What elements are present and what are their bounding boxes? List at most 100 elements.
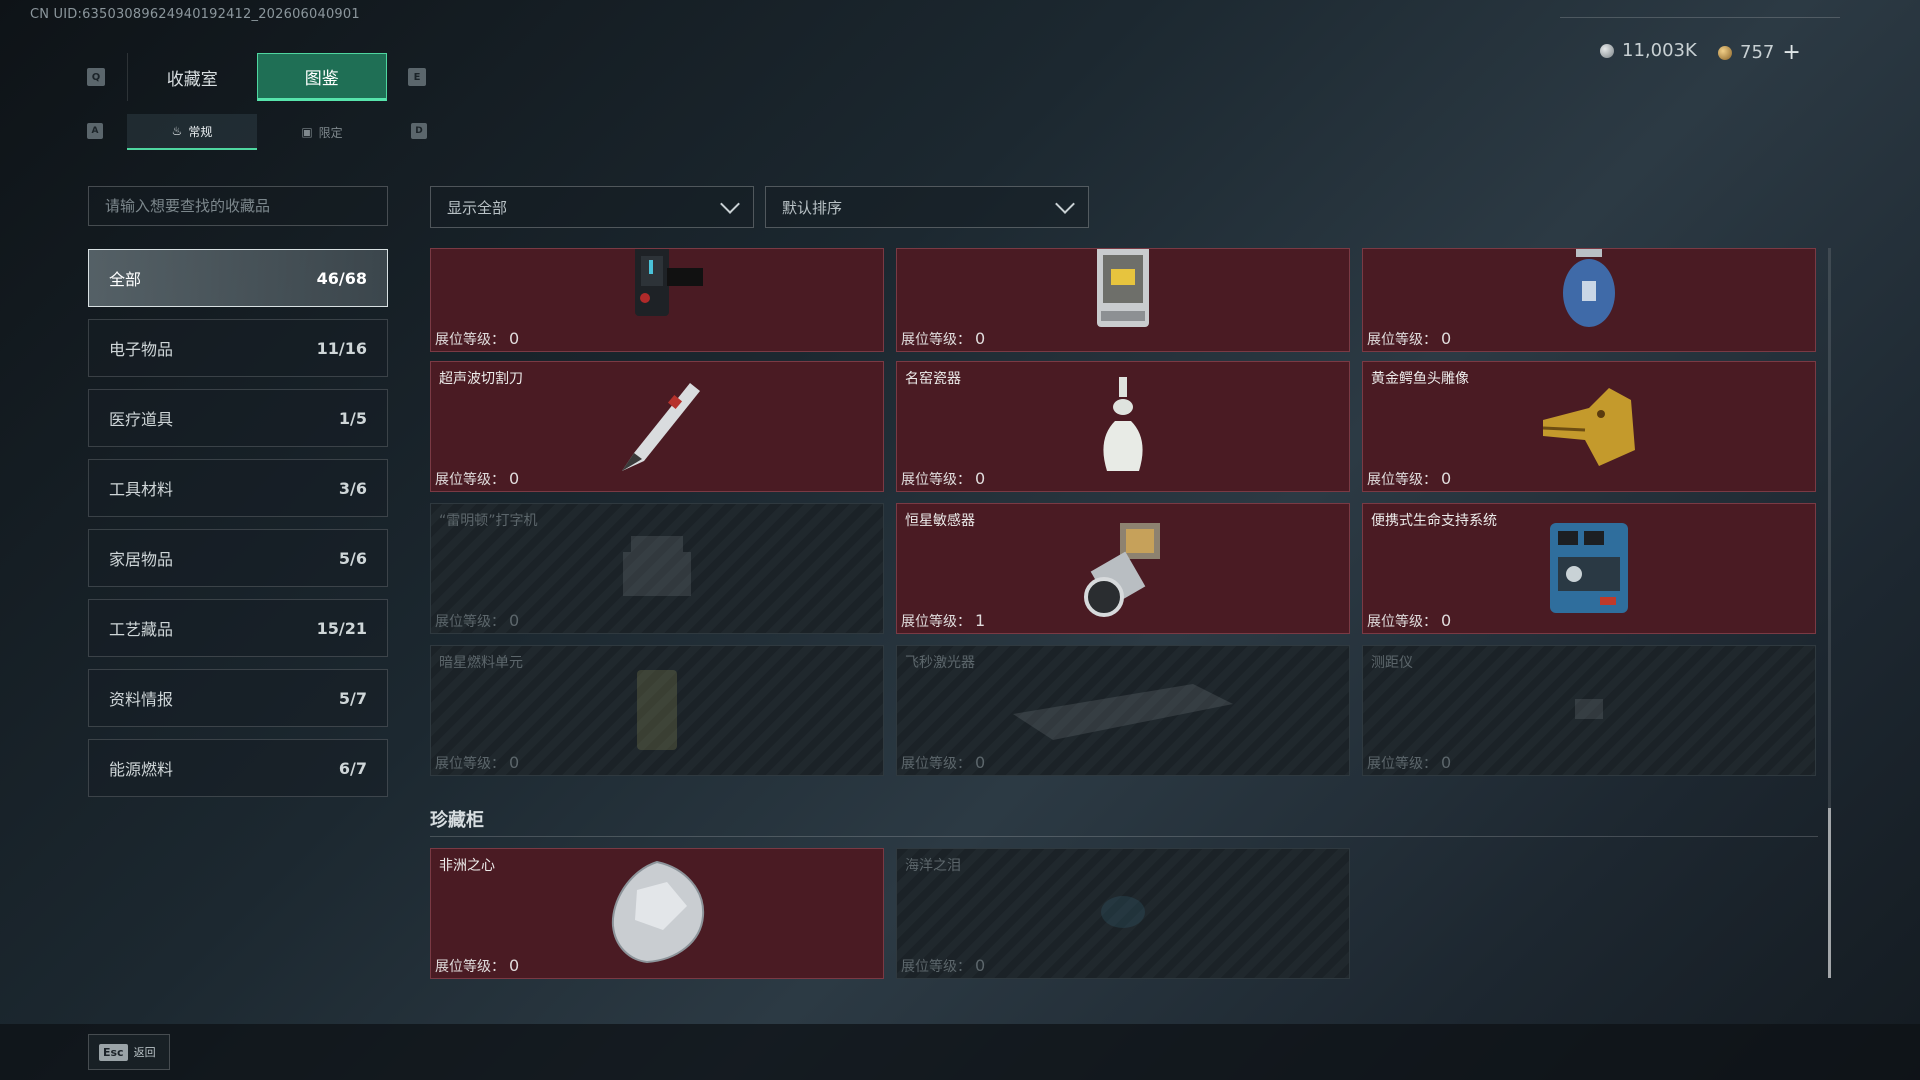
booth-level: 展位等级： 0 — [901, 753, 986, 772]
chevron-down-icon — [1055, 194, 1075, 214]
category-electronics[interactable]: 电子物品 11/16 — [88, 319, 388, 377]
flame-icon: ♨ — [171, 124, 183, 138]
booth-level: 展位等级： 0 — [901, 469, 986, 488]
category-label: 家居物品 — [109, 550, 174, 569]
porcelain-vase-icon — [1093, 375, 1153, 479]
subtab-regular-label: 常规 — [188, 124, 213, 139]
back-button[interactable]: Esc 返回 — [88, 1034, 170, 1070]
add-currency-button[interactable]: + — [1782, 40, 1800, 65]
sort-dropdown-value: 默认排序 — [782, 198, 843, 217]
booth-level: 展位等级： 0 — [901, 956, 986, 975]
star-sensor-icon — [1078, 517, 1168, 621]
gold-crocodile-icon — [1539, 380, 1639, 474]
chevron-down-icon — [720, 194, 740, 214]
typewriter-icon — [617, 532, 697, 606]
key-hint-next-sub: D — [411, 123, 427, 139]
category-label: 工具材料 — [109, 480, 174, 499]
item-name: 暗星燃料单元 — [439, 655, 523, 671]
tab-collection-room[interactable]: 收藏室 — [127, 53, 257, 101]
item-card[interactable]: 黄金鳄鱼头雕像 展位等级： 0 — [1362, 361, 1816, 492]
gold-coin-icon — [1718, 45, 1732, 60]
item-card[interactable]: “雷明顿”打字机 展位等级： 0 — [430, 503, 884, 634]
category-crafts[interactable]: 工艺藏品 15/21 — [88, 599, 388, 657]
uid-label: CN UID:6350308962494019241​2_20260604090… — [30, 7, 360, 22]
category-label: 工艺藏品 — [109, 620, 174, 639]
smartwatch-icon — [607, 249, 707, 330]
sort-dropdown[interactable]: 默认排序 — [765, 186, 1089, 228]
footer-bar — [0, 1024, 1920, 1080]
booth-level: 展位等级： 0 — [435, 329, 520, 348]
booth-level: 展位等级： 0 — [1367, 329, 1452, 348]
silver-amount: 11,003K — [1622, 40, 1697, 61]
rangefinder-icon — [1569, 689, 1609, 733]
item-card[interactable]: 展位等级： 0 — [430, 248, 884, 352]
item-card[interactable]: 非洲之心 展位等级： 0 — [430, 848, 884, 979]
section-divider — [430, 836, 1818, 837]
key-hint-prev-tab: Q — [87, 68, 105, 86]
category-count: 3/6 — [338, 478, 367, 498]
item-name: 黄金鳄鱼头雕像 — [1371, 371, 1469, 387]
item-card[interactable]: 名窑瓷器 展位等级： 0 — [896, 361, 1350, 492]
key-hint-prev-sub: A — [87, 123, 103, 139]
booth-level: 展位等级： 0 — [1367, 753, 1452, 772]
item-card[interactable]: 超声波切割刀 展位等级： 0 — [430, 361, 884, 492]
item-name: 便携式生命支持系统 — [1371, 513, 1497, 529]
silver-currency: 11,003K — [1600, 40, 1697, 61]
item-name: 恒星敏感器 — [905, 513, 975, 529]
category-count: 5/6 — [338, 548, 367, 568]
booth-level: 展位等级： 0 — [435, 956, 520, 975]
silver-coin-icon — [1600, 43, 1614, 58]
item-card[interactable]: 测距仪 展位等级： 0 — [1362, 645, 1816, 776]
category-tools[interactable]: 工具材料 3/6 — [88, 459, 388, 517]
main-tabs: 收藏室 图鉴 — [127, 53, 387, 101]
top-divider — [1560, 17, 1840, 18]
fuel-cell-icon — [627, 664, 687, 758]
gold-amount: 757 — [1740, 42, 1775, 63]
item-name: “雷明顿”打字机 — [439, 513, 538, 529]
category-count: 6/7 — [338, 758, 367, 778]
item-name: 名窑瓷器 — [905, 371, 961, 387]
search-input[interactable] — [88, 186, 388, 226]
category-all[interactable]: 全部 46/68 — [88, 249, 388, 307]
category-household[interactable]: 家居物品 5/6 — [88, 529, 388, 587]
booth-level: 展位等级： 1 — [901, 611, 986, 630]
booth-level: 展位等级： 0 — [435, 753, 520, 772]
item-card[interactable]: 展位等级： 0 — [1362, 248, 1816, 352]
category-label: 资料情报 — [109, 690, 174, 709]
gold-currency: 757 + — [1718, 40, 1801, 65]
item-name: 非洲之心 — [439, 858, 495, 874]
item-card[interactable]: 展位等级： 0 — [896, 248, 1350, 352]
cutter-knife-icon — [612, 375, 702, 479]
subtab-limited[interactable]: ▣ 限定 — [257, 114, 387, 150]
subtab-regular[interactable]: ♨ 常规 — [127, 114, 257, 150]
esc-key-hint: Esc — [99, 1043, 128, 1061]
filter-dropdown[interactable]: 显示全部 — [430, 186, 754, 228]
item-card[interactable]: 海洋之泪 展位等级： 0 — [896, 848, 1350, 979]
item-card[interactable]: 恒星敏感器 展位等级： 1 — [896, 503, 1350, 634]
back-label: 返回 — [133, 1046, 156, 1059]
subtab-limited-label: 限定 — [318, 125, 343, 140]
item-card[interactable]: 飞秒激光器 展位等级： 0 — [896, 645, 1350, 776]
item-card[interactable]: 便携式生命支持系统 展位等级： 0 — [1362, 503, 1816, 634]
limited-icon: ▣ — [301, 125, 313, 139]
lantern-icon — [1083, 249, 1163, 335]
sub-tabs: ♨ 常规 ▣ 限定 — [127, 114, 387, 150]
category-count: 15/21 — [316, 618, 367, 638]
category-count: 1/5 — [338, 408, 367, 428]
item-name: 海洋之泪 — [905, 858, 961, 874]
category-label: 全部 — [109, 270, 142, 289]
category-medical[interactable]: 医疗道具 1/5 — [88, 389, 388, 447]
item-name: 测距仪 — [1371, 655, 1413, 671]
item-card[interactable]: 暗星燃料单元 展位等级： 0 — [430, 645, 884, 776]
filter-dropdown-value: 显示全部 — [447, 198, 508, 217]
sapphire-icon — [1098, 892, 1148, 936]
tab-catalog[interactable]: 图鉴 — [256, 53, 387, 101]
category-intel[interactable]: 资料情报 5/7 — [88, 669, 388, 727]
booth-level: 展位等级： 0 — [435, 469, 520, 488]
life-support-icon — [1544, 517, 1634, 621]
gas-canister-icon — [1554, 249, 1624, 335]
category-energy[interactable]: 能源燃料 6/7 — [88, 739, 388, 797]
scrollbar-thumb[interactable] — [1828, 808, 1831, 978]
category-label: 医疗道具 — [109, 410, 174, 429]
booth-level: 展位等级： 0 — [435, 611, 520, 630]
